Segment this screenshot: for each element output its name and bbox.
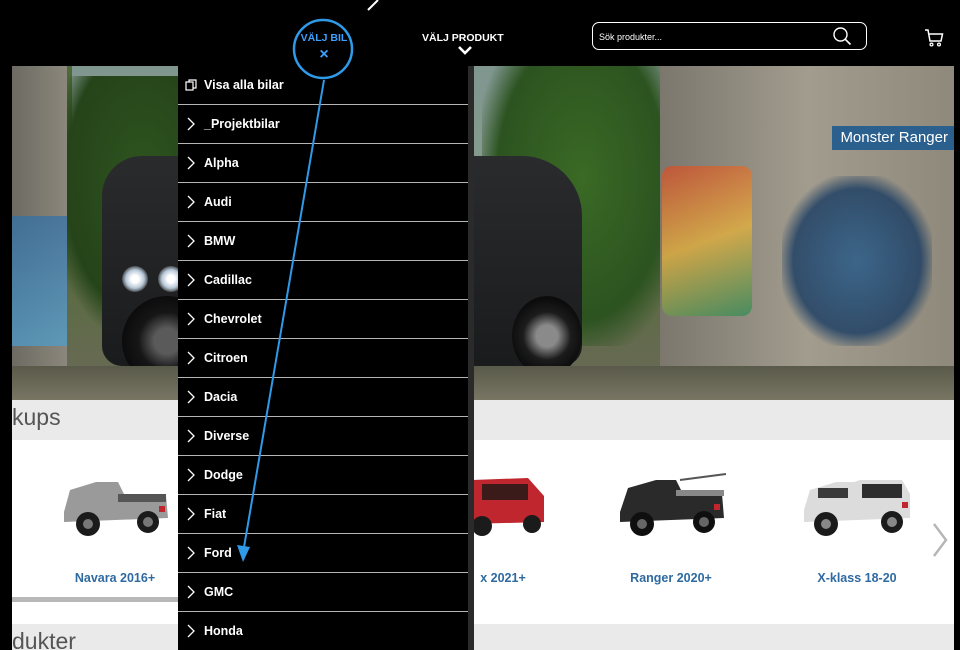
chevron-right-icon[interactable] [930,520,950,560]
car-brand-dropdown: Visa alla bilar _Projektbilar Alpha Audi… [178,66,474,650]
valj-produkt-menu-toggle[interactable]: VÄLJ PRODUKT [422,32,504,55]
menu-item-label: _Projektbilar [204,117,280,131]
chevron-right-icon [187,156,195,170]
copy-icon [185,79,197,91]
product-label[interactable]: Ranger 2020+ [596,571,746,585]
section-header-bar [12,624,954,650]
menu-item-label: BMW [204,234,236,248]
hero-banner[interactable]: Monster Ranger [12,66,954,400]
menu-item-label: Audi [204,195,232,209]
page: VÄLJ BIL × VÄLJ PRODUKT Sök produkter...… [12,12,954,650]
menu-item-projektbilar[interactable]: _Projektbilar [178,105,468,144]
menu-item-gmc[interactable]: GMC [178,573,468,612]
product-label[interactable]: Navara 2016+ [40,571,190,585]
menu-item-bmw[interactable]: BMW [178,222,468,261]
annotation-stroke [367,0,379,11]
hero-graffiti [12,216,67,346]
valj-produkt-label: VÄLJ PRODUKT [422,32,504,44]
menu-item-label: Visa alla bilar [204,78,284,92]
cart-icon[interactable] [923,26,945,48]
menu-item-diverse[interactable]: Diverse [178,417,468,456]
truck-wheel [512,296,582,376]
search-box [592,22,867,50]
menu-item-label: Dodge [204,468,243,482]
top-navigation-bar: VÄLJ BIL × VÄLJ PRODUKT [12,12,954,66]
chevron-right-icon [187,312,195,326]
product-card-navara[interactable]: Navara 2016+ [40,460,190,585]
hero-badge[interactable]: Monster Ranger [832,126,954,150]
menu-item-cadillac[interactable]: Cadillac [178,261,468,300]
chevron-right-icon [187,546,195,560]
product-card-ranger[interactable]: Ranger 2020+ [596,460,746,585]
product-card-xklass[interactable]: X-klass 18-20 [782,460,932,585]
menu-item-ford[interactable]: Ford [178,534,468,573]
menu-item-label: Alpha [204,156,239,170]
close-icon[interactable]: × [299,47,349,63]
pickup-image [620,473,727,536]
menu-item-citroen[interactable]: Citroen [178,339,468,378]
menu-item-label: Honda [204,624,243,638]
chevron-right-icon [187,351,195,365]
hero-graffiti [782,176,932,346]
chevron-right-icon [187,624,195,638]
product-carousel: Navara 2016+ x 2021+ Ranger 2020+ X-klas… [12,440,954,606]
valj-bil-label: VÄLJ BIL [300,32,348,44]
chevron-right-icon [187,390,195,404]
menu-item-audi[interactable]: Audi [178,183,468,222]
chevron-down-icon [458,46,472,55]
menu-item-label: Fiat [204,507,227,521]
menu-item-chevrolet[interactable]: Chevrolet [178,300,468,339]
chevron-right-icon [187,507,195,521]
menu-item-alpha[interactable]: Alpha [178,144,468,183]
menu-item-dacia[interactable]: Dacia [178,378,468,417]
menu-item-honda[interactable]: Honda [178,612,468,650]
menu-item-dodge[interactable]: Dodge [178,456,468,495]
menu-item-label: Chevrolet [204,312,262,326]
pickup-image [804,480,910,536]
section-title-pickups: kups [12,404,61,430]
menu-item-label: Citroen [204,351,248,365]
chevron-right-icon [187,429,195,443]
chevron-right-icon [187,273,195,287]
truck-lamp [122,266,148,292]
chevron-right-icon [187,117,195,131]
screen-frame: VÄLJ BIL × VÄLJ PRODUKT Sök produkter...… [0,0,960,650]
search-icon[interactable] [832,26,852,46]
carousel-scrollbar[interactable] [12,597,192,602]
chevron-right-icon [187,585,195,599]
menu-item-label: Dacia [204,390,238,404]
chevron-right-icon [187,468,195,482]
pickup-image [64,482,168,536]
chevron-right-icon [187,234,195,248]
menu-item-label: GMC [204,585,234,599]
section-header-bar [12,400,954,440]
menu-item-fiat[interactable]: Fiat [178,495,468,534]
menu-scrollbar[interactable] [468,66,474,650]
hero-ground [12,366,954,400]
menu-item-label: Diverse [204,429,250,443]
menu-item-label: Ford [204,546,232,560]
valj-bil-menu-toggle[interactable]: VÄLJ BIL × [299,32,349,63]
search-input[interactable] [599,29,819,45]
product-label[interactable]: X-klass 18-20 [782,571,932,585]
section-title-produkter: dukter [12,628,76,650]
menu-item-label: Cadillac [204,273,252,287]
chevron-right-icon [187,195,195,209]
hero-graffiti [662,166,752,316]
menu-item-visa-alla-bilar[interactable]: Visa alla bilar [178,66,468,105]
